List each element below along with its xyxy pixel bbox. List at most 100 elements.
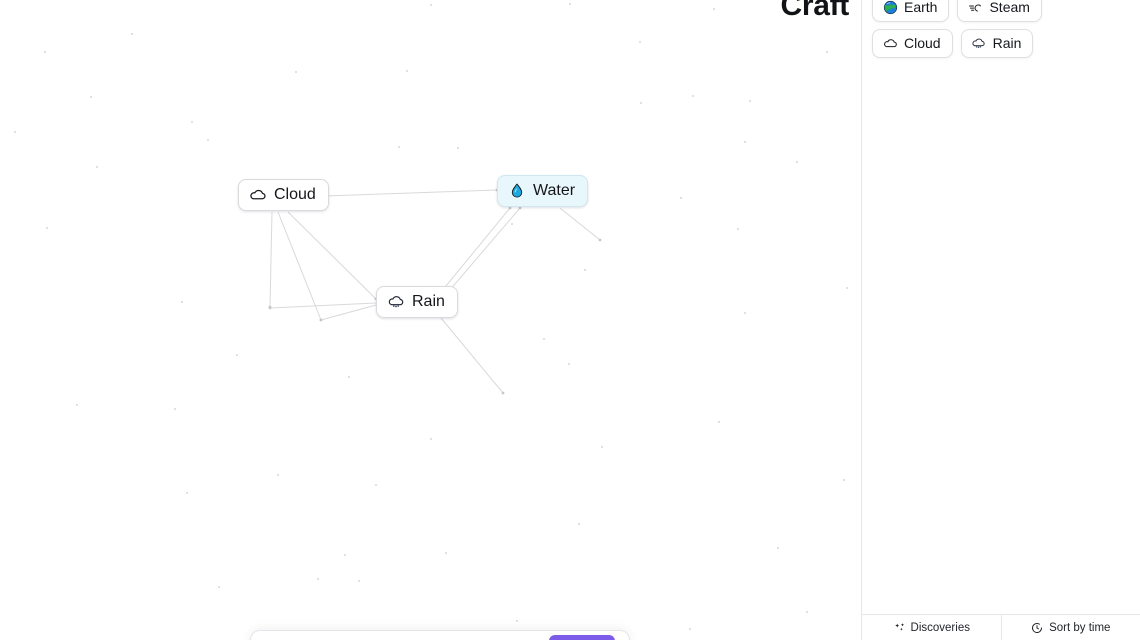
canvas-node-water[interactable]: Water (497, 175, 589, 207)
canvas-particle (96, 166, 98, 168)
canvas-particle (445, 552, 447, 554)
canvas-node-label: Rain (412, 293, 445, 310)
canvas-particle (76, 404, 78, 406)
element-chip-label: Steam (989, 0, 1030, 15)
bottom-panel (250, 630, 630, 640)
canvas-edge (269, 211, 273, 308)
canvas-edge (269, 302, 377, 309)
canvas-edge-endpoint (319, 318, 323, 322)
page-title: Craft (780, 0, 849, 22)
canvas-particle (317, 578, 319, 580)
craft-canvas[interactable]: Cloud Water Rain (0, 0, 861, 640)
canvas-particle (796, 161, 798, 163)
canvas-edge-endpoint (319, 318, 323, 322)
sort-by-time-label: Sort by time (1049, 621, 1111, 634)
element-chip-label: Earth (904, 0, 938, 15)
canvas-particle (295, 71, 297, 73)
canvas-particle (843, 479, 845, 481)
element-chip-label: Rain (992, 35, 1022, 51)
canvas-edge-endpoint (501, 391, 505, 395)
infinite-craft-app: Cloud Water Rain Craft Earth Steam Cloud… (0, 0, 1140, 640)
rain-cloud-icon (971, 36, 987, 52)
canvas-particle (348, 376, 350, 378)
canvas-particle (692, 95, 694, 97)
canvas-particle (218, 586, 220, 588)
sidebar-footer: Discoveries Sort by time (862, 614, 1140, 640)
clock-icon (1031, 622, 1043, 634)
canvas-particle (689, 628, 691, 630)
element-chip-steam[interactable]: Steam (957, 0, 1042, 22)
canvas-particle (584, 269, 586, 271)
canvas-particle (777, 547, 779, 549)
canvas-particle (44, 51, 46, 53)
sidebar-item-list[interactable]: Earth Steam Cloud Rain (862, 0, 1140, 614)
edge-layer (268, 188, 602, 395)
canvas-particle (406, 70, 408, 72)
canvas-edge (277, 211, 322, 321)
canvas-particle (236, 354, 238, 356)
canvas-particle (375, 484, 377, 486)
discoveries-label: Discoveries (910, 621, 970, 634)
canvas-particle (737, 228, 739, 230)
canvas-particle (601, 446, 603, 448)
canvas-particle (430, 4, 432, 6)
canvas-node-cloud[interactable]: Cloud (238, 179, 329, 211)
canvas-particle (640, 102, 642, 104)
canvas-particle (398, 146, 400, 148)
canvas-particle (46, 227, 48, 229)
canvas-particle (744, 312, 746, 314)
canvas-particle (131, 33, 133, 35)
canvas-particle (713, 8, 715, 10)
canvas-edge-endpoint (268, 306, 272, 310)
canvas-particle (90, 96, 92, 98)
canvas-edge-endpoint (518, 206, 522, 210)
canvas-particle (344, 554, 346, 556)
cloud-icon (249, 186, 267, 204)
earth-globe-icon (882, 0, 898, 16)
canvas-particle (718, 421, 720, 423)
canvas-particle (174, 408, 176, 410)
canvas-particle (639, 41, 641, 43)
canvas-particle (191, 121, 193, 123)
canvas-edge (287, 211, 377, 300)
canvas-particle (569, 3, 571, 5)
sidebar: Earth Steam Cloud Rain Discoveries Sort … (861, 0, 1140, 640)
canvas-particle (430, 438, 432, 440)
water-drop-icon (508, 182, 526, 200)
canvas-particle (186, 492, 188, 494)
canvas-node-label: Cloud (274, 186, 316, 203)
canvas-node-label: Water (533, 182, 576, 199)
canvas-particle (543, 338, 545, 340)
sort-by-time-button[interactable]: Sort by time (1000, 615, 1140, 640)
canvas-particle (568, 363, 570, 365)
canvas-edge-endpoint (268, 305, 272, 309)
canvas-particle (744, 141, 746, 143)
canvas-particle (749, 100, 751, 102)
canvas-particle (457, 147, 459, 149)
canvas-edge-endpoint (598, 238, 602, 242)
element-chip-earth[interactable]: Earth (872, 0, 950, 22)
canvas-particle (277, 474, 279, 476)
particle-layer (0, 0, 861, 640)
canvas-edge (324, 189, 498, 197)
element-chip-label: Cloud (904, 35, 941, 51)
canvas-particle (806, 611, 808, 613)
canvas-particle (826, 51, 828, 53)
rain-cloud-icon (387, 293, 405, 311)
canvas-edge (440, 207, 511, 293)
canvas-edge (320, 304, 377, 321)
canvas-particle (14, 131, 16, 133)
bottom-panel-action-button[interactable] (549, 635, 615, 640)
canvas-particle (516, 620, 518, 622)
canvas-particle (511, 223, 513, 225)
canvas-particle (358, 580, 360, 582)
element-chip-cloud[interactable]: Cloud (872, 29, 953, 58)
sparkles-icon (893, 622, 905, 634)
cloud-icon (882, 36, 898, 52)
canvas-particle (207, 139, 209, 141)
discoveries-button[interactable]: Discoveries (862, 615, 1001, 640)
element-chip-rain[interactable]: Rain (960, 29, 1034, 58)
element-chip-grid: Earth Steam Cloud Rain (872, 0, 1130, 58)
canvas-node-rain[interactable]: Rain (376, 286, 458, 318)
canvas-edge (440, 317, 504, 394)
